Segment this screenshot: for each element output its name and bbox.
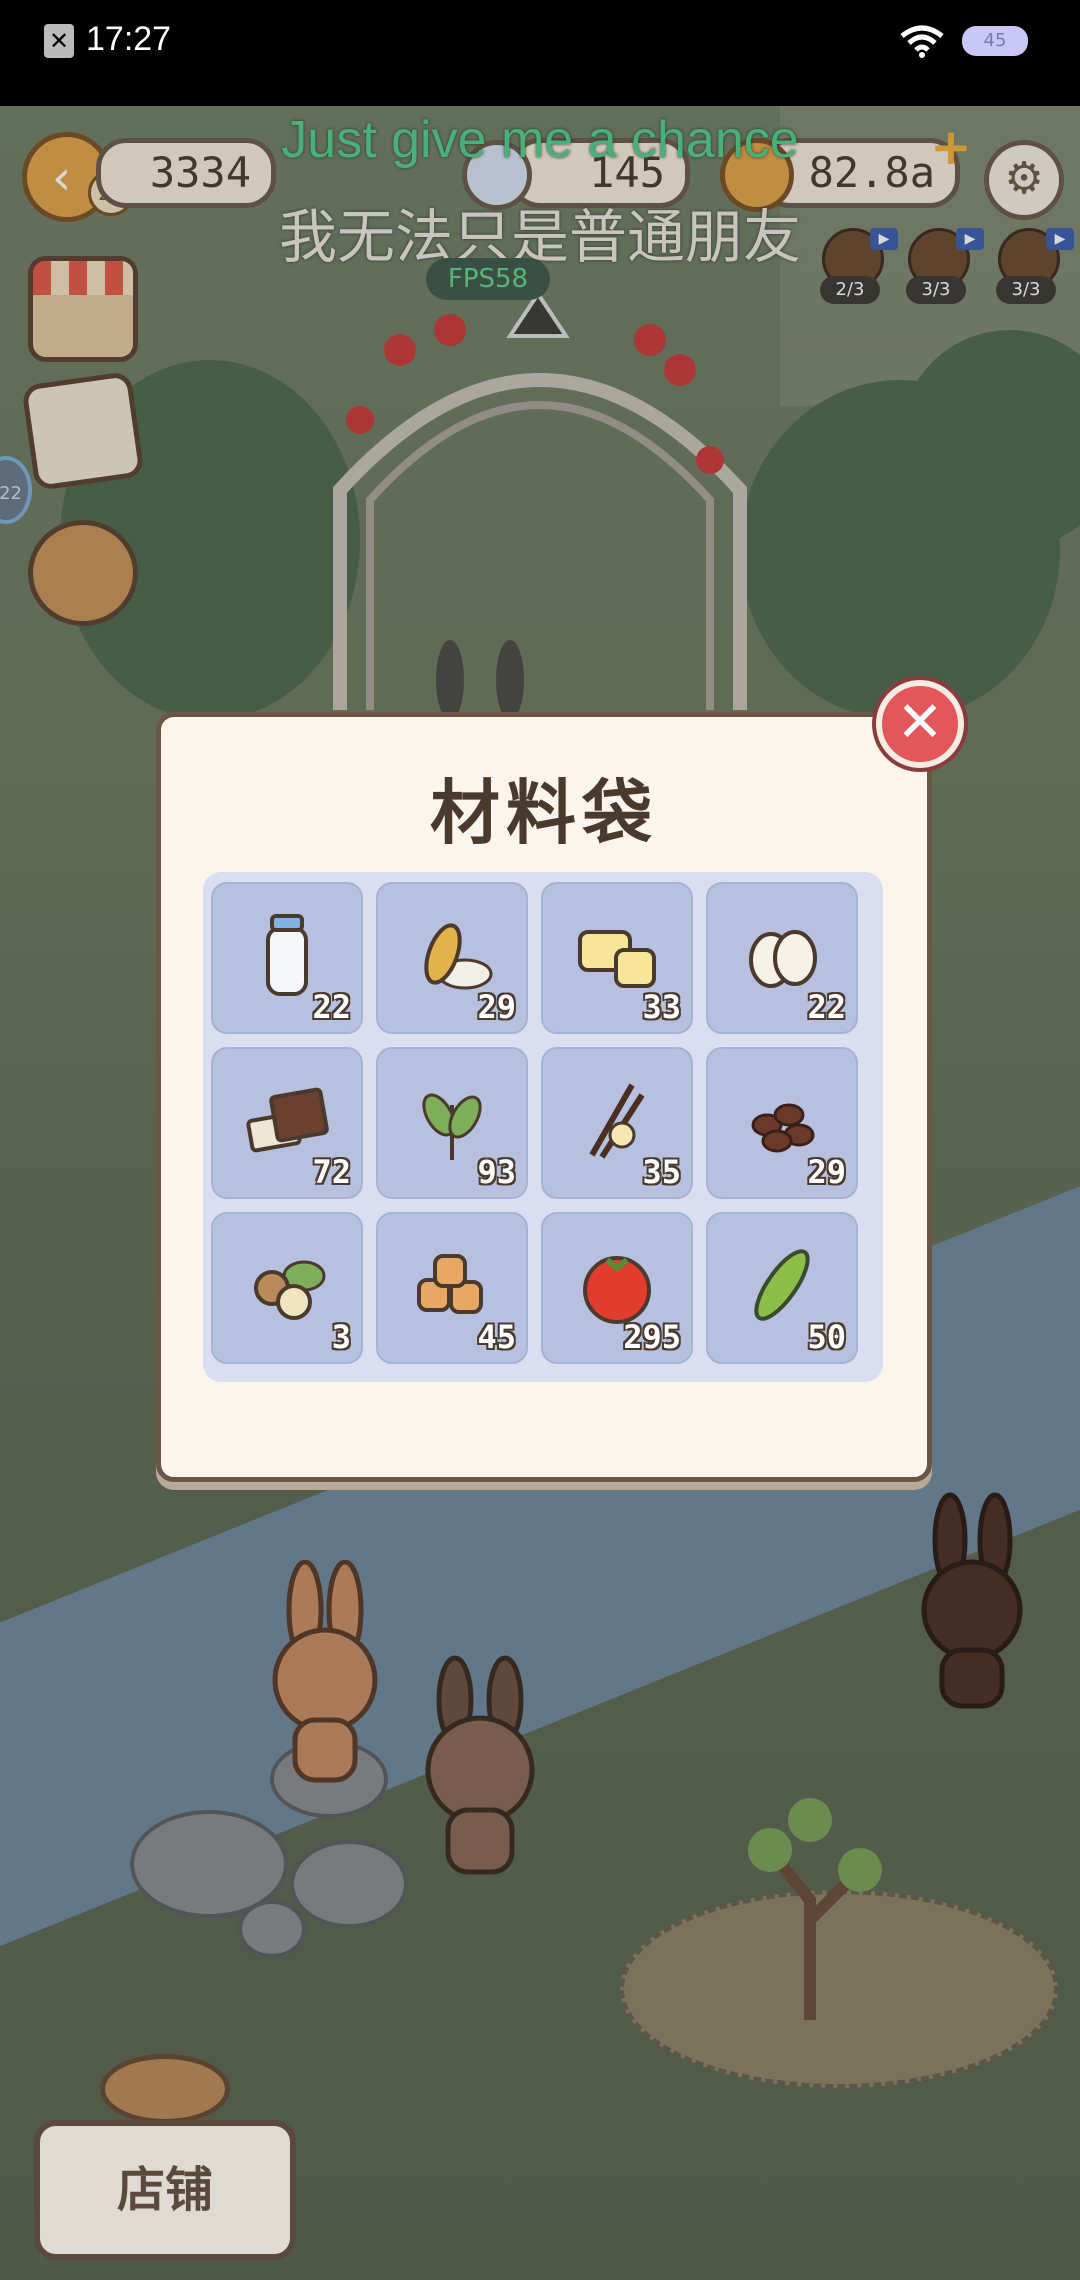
item-cell-leaves[interactable]: 93: [376, 1047, 528, 1199]
item-quantity: 295: [623, 1318, 681, 1356]
vanilla-flower-icon: [589, 1083, 645, 1159]
butter-icon: [578, 930, 656, 989]
item-quantity: 3: [331, 1318, 351, 1356]
item-quantity: 45: [477, 1318, 516, 1356]
stool-icon: [100, 2054, 230, 2124]
dialog-title: 材料袋: [430, 772, 658, 854]
tomato-icon: [583, 1256, 651, 1325]
item-cell-cucumber[interactable]: 50: [706, 1212, 858, 1364]
item-cell-chocolate[interactable]: 72: [211, 1047, 363, 1199]
notification-close-icon[interactable]: ✕: [44, 24, 74, 58]
hazelnuts-icon: [254, 1260, 326, 1321]
battery-indicator: 45: [962, 26, 1028, 56]
item-cell-vanilla[interactable]: 35: [541, 1047, 693, 1199]
bread-cubes-icon: [417, 1254, 483, 1315]
cucumber-icon: [754, 1249, 810, 1321]
item-cell-bread[interactable]: 45: [376, 1212, 528, 1364]
item-quantity: 72: [312, 1153, 351, 1191]
item-quantity: 33: [642, 988, 681, 1026]
mint-leaf-icon: [422, 1093, 482, 1161]
milk-bottle-icon: [266, 914, 308, 997]
material-grid: 22 29 33 22 72 93 35 29 3 45 295 50: [203, 872, 883, 1382]
item-cell-milk[interactable]: 22: [211, 882, 363, 1034]
item-cell-butter[interactable]: 33: [541, 882, 693, 1034]
item-quantity: 93: [477, 1153, 516, 1191]
chocolate-bar-icon: [246, 1087, 329, 1153]
close-dialog-button[interactable]: ✕: [876, 680, 964, 768]
item-cell-wheat[interactable]: 29: [376, 882, 528, 1034]
wheat-flour-icon: [424, 923, 493, 990]
item-quantity: 50: [807, 1318, 846, 1356]
item-quantity: 22: [312, 988, 351, 1026]
shop-button[interactable]: 店铺: [34, 2120, 296, 2260]
item-cell-tomato[interactable]: 295: [541, 1212, 693, 1364]
item-quantity: 29: [477, 988, 516, 1026]
item-cell-nuts[interactable]: 3: [211, 1212, 363, 1364]
wifi-icon: [900, 25, 944, 58]
item-cell-eggs[interactable]: 22: [706, 882, 858, 1034]
item-quantity: 35: [642, 1153, 681, 1191]
coffee-beans-icon: [751, 1103, 815, 1153]
status-bar: ✕ 17:27 45: [0, 0, 1080, 106]
material-bag-dialog: 材料袋 22 29 33 22 72 93 35 29 3 45 295 50: [156, 712, 932, 1482]
status-time: 17:27: [86, 20, 172, 58]
item-quantity: 22: [807, 988, 846, 1026]
item-cell-coffee[interactable]: 29: [706, 1047, 858, 1199]
eggs-icon: [749, 930, 817, 989]
item-quantity: 29: [807, 1153, 846, 1191]
